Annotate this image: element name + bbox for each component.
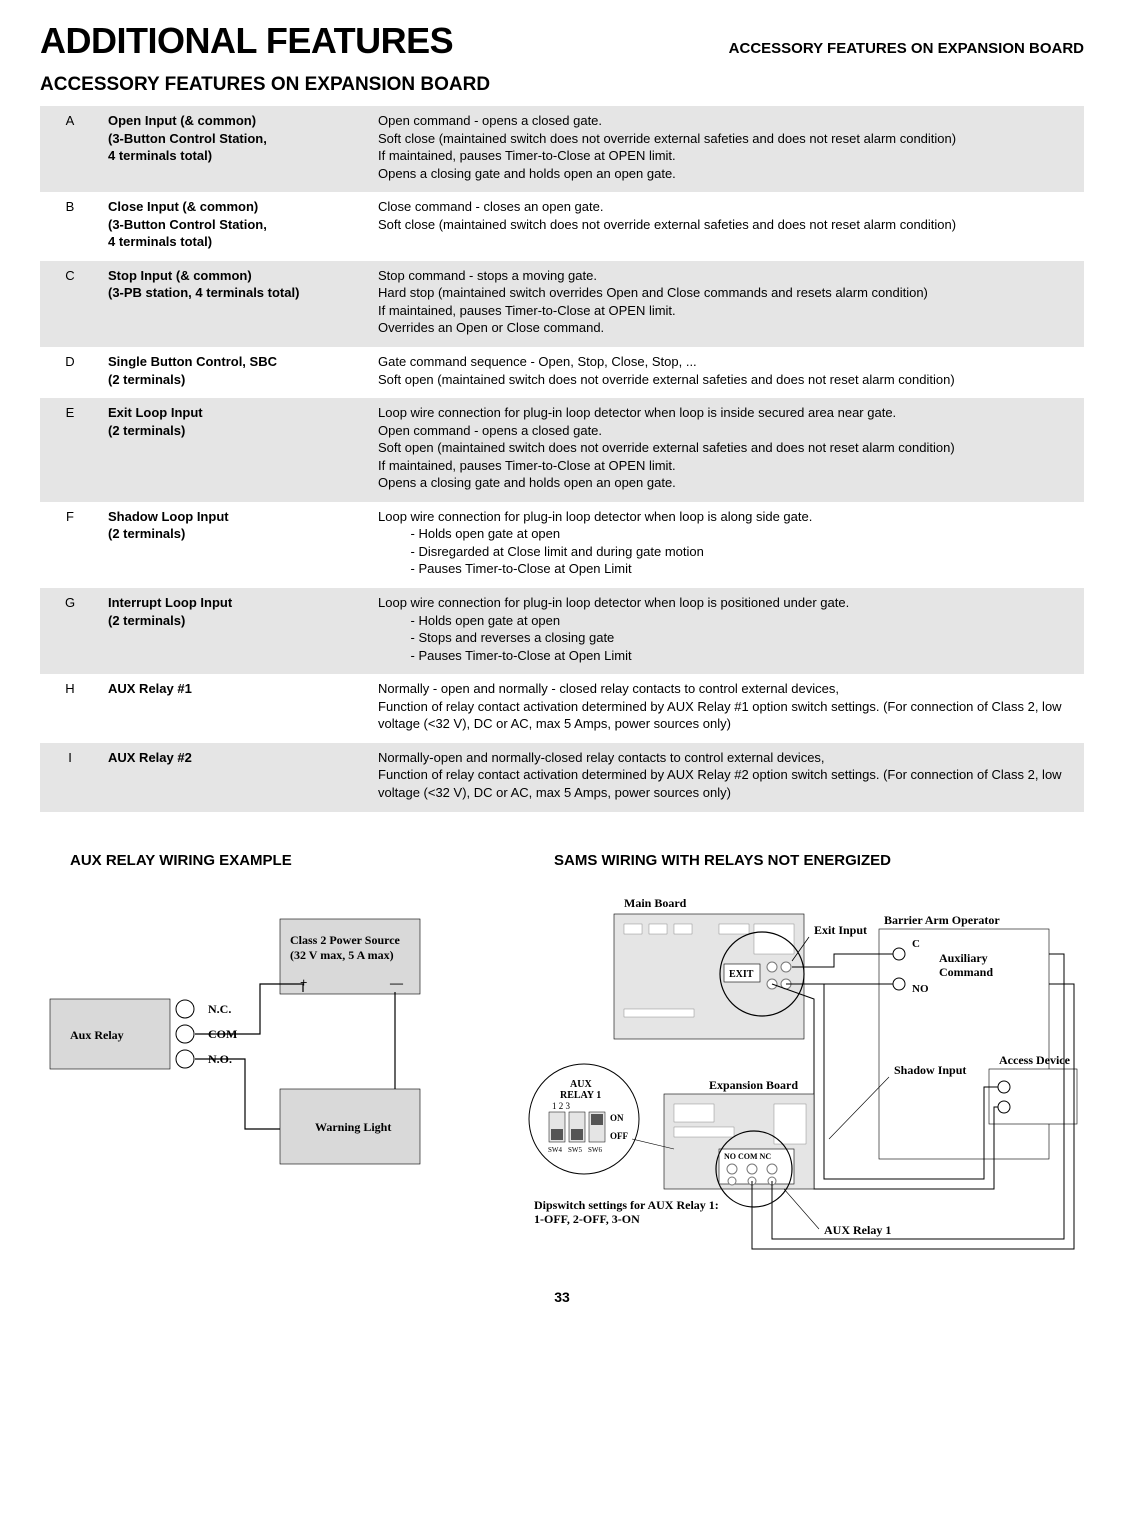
feature-name: AUX Relay #1: [100, 674, 370, 743]
sw4: SW4: [548, 1146, 563, 1154]
main-board-label: Main Board: [624, 896, 687, 910]
diagram-right-title: SAMS WIRING WITH RELAYS NOT ENERGIZED: [524, 852, 1084, 869]
warning-label: Warning Light: [315, 1120, 391, 1134]
feature-letter: G: [40, 588, 100, 674]
table-row: IAUX Relay #2Normally-open and normally-…: [40, 743, 1084, 812]
aux-relay-label: Aux Relay: [70, 1028, 124, 1042]
feature-description: Loop wire connection for plug-in loop de…: [370, 502, 1084, 588]
feature-name: Shadow Loop Input(2 terminals): [100, 502, 370, 588]
exit-tag: EXIT: [729, 969, 754, 980]
term-labels: NO COM NC: [724, 1152, 771, 1161]
table-row: FShadow Loop Input(2 terminals)Loop wire…: [40, 502, 1084, 588]
c-label: C: [912, 938, 920, 950]
feature-name: Stop Input (& common)(3-PB station, 4 te…: [100, 261, 370, 347]
table-row: AOpen Input (& common)(3-Button Control …: [40, 106, 1084, 192]
feature-letter: E: [40, 398, 100, 502]
class2-line2: (32 V max, 5 A max): [290, 948, 394, 962]
sw6: SW6: [588, 1146, 603, 1154]
exit-input-label: Exit Input: [814, 923, 867, 937]
table-row: EExit Loop Input(2 terminals)Loop wire c…: [40, 398, 1084, 502]
feature-description: Loop wire connection for plug-in loop de…: [370, 398, 1084, 502]
sw5: SW5: [568, 1146, 583, 1154]
table-row: CStop Input (& common)(3-PB station, 4 t…: [40, 261, 1084, 347]
barrier-label: Barrier Arm Operator: [884, 913, 1000, 927]
page-number: 33: [40, 1289, 1084, 1305]
feature-description: Stop command - stops a moving gate.Hard …: [370, 261, 1084, 347]
access-device-label: Access Device: [999, 1053, 1071, 1067]
diagram-left-title: AUX RELAY WIRING EXAMPLE: [40, 852, 464, 869]
aux-relay-1-box-l1: AUX: [570, 1079, 592, 1090]
feature-letter: I: [40, 743, 100, 812]
table-row: DSingle Button Control, SBC(2 terminals)…: [40, 347, 1084, 398]
aux-cmd-line2: Command: [939, 965, 993, 979]
no-label-right: NO: [912, 983, 929, 995]
feature-letter: A: [40, 106, 100, 192]
minus-label: —: [389, 975, 404, 990]
aux-relay-1-label: AUX Relay 1: [824, 1223, 891, 1237]
off-label: OFF: [610, 1131, 628, 1141]
class2-line1: Class 2 Power Source: [290, 933, 401, 947]
header-right-title: ACCESSORY FEATURES ON EXPANSION BOARD: [729, 40, 1084, 57]
feature-name: Open Input (& common)(3-Button Control S…: [100, 106, 370, 192]
main-title: ADDITIONAL FEATURES: [40, 20, 453, 62]
feature-letter: B: [40, 192, 100, 261]
shadow-input-label: Shadow Input: [894, 1063, 966, 1077]
dip-note-l1: Dipswitch settings for AUX Relay 1:: [534, 1198, 719, 1212]
aux-relay-wiring-diagram: AUX RELAY WIRING EXAMPLE Aux Relay N.C. …: [40, 852, 464, 1269]
on-label: ON: [610, 1113, 624, 1123]
feature-name: AUX Relay #2: [100, 743, 370, 812]
feature-letter: F: [40, 502, 100, 588]
feature-description: Close command - closes an open gate.Soft…: [370, 192, 1084, 261]
section-title: ACCESSORY FEATURES ON EXPANSION BOARD: [40, 74, 1084, 96]
feature-description: Normally - open and normally - closed re…: [370, 674, 1084, 743]
aux-relay-1-box-l2: RELAY 1: [560, 1090, 601, 1101]
feature-letter: C: [40, 261, 100, 347]
sw-nums: 1 2 3: [552, 1101, 571, 1111]
feature-letter: H: [40, 674, 100, 743]
feature-name: Interrupt Loop Input(2 terminals): [100, 588, 370, 674]
nc-label: N.C.: [208, 1002, 231, 1016]
table-row: HAUX Relay #1Normally - open and normall…: [40, 674, 1084, 743]
table-row: BClose Input (& common)(3-Button Control…: [40, 192, 1084, 261]
feature-name: Single Button Control, SBC(2 terminals): [100, 347, 370, 398]
feature-description: Open command - opens a closed gate.Soft …: [370, 106, 1084, 192]
feature-name: Close Input (& common)(3-Button Control …: [100, 192, 370, 261]
feature-description: Loop wire connection for plug-in loop de…: [370, 588, 1084, 674]
expansion-board-label: Expansion Board: [709, 1078, 798, 1092]
feature-description: Normally-open and normally-closed relay …: [370, 743, 1084, 812]
dip-note-l2: 1-OFF, 2-OFF, 3-ON: [534, 1212, 640, 1226]
aux-cmd-line1: Auxiliary: [939, 951, 988, 965]
sams-wiring-diagram: SAMS WIRING WITH RELAYS NOT ENERGIZED Ma…: [524, 852, 1084, 1269]
feature-letter: D: [40, 347, 100, 398]
feature-name: Exit Loop Input(2 terminals): [100, 398, 370, 502]
plus-label: +: [300, 975, 307, 990]
features-table: AOpen Input (& common)(3-Button Control …: [40, 106, 1084, 812]
feature-description: Gate command sequence - Open, Stop, Clos…: [370, 347, 1084, 398]
table-row: GInterrupt Loop Input(2 terminals)Loop w…: [40, 588, 1084, 674]
